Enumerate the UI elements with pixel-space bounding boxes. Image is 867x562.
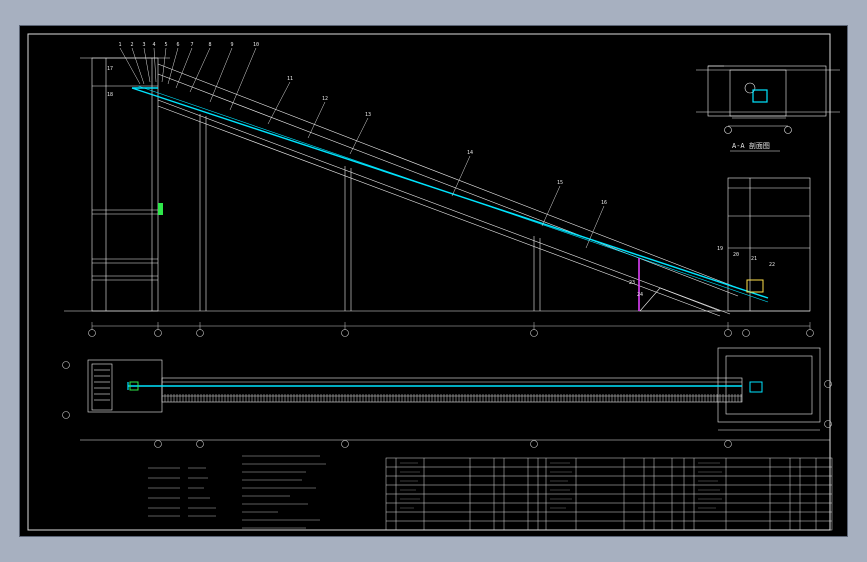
plan-axis-bubbles bbox=[62, 361, 832, 448]
balloon-3: 3 bbox=[142, 42, 145, 48]
balloon-7: 7 bbox=[190, 42, 193, 48]
balloon-4: 4 bbox=[152, 42, 155, 48]
head-tower bbox=[91, 57, 159, 312]
elevation-view bbox=[64, 57, 811, 317]
balloon-23: 23 bbox=[629, 280, 635, 286]
conveyor-belt bbox=[131, 85, 769, 303]
cad-drawing-frame: A-A 剖面图 1 2 3 4 5 6 7 8 9 10 11 12 13 14… bbox=[20, 26, 847, 536]
balloon-16: 16 bbox=[601, 200, 607, 206]
gallery-floor bbox=[157, 99, 731, 315]
tail-pulley-box bbox=[746, 279, 764, 293]
balloon-9: 9 bbox=[230, 42, 233, 48]
balloon-10: 10 bbox=[253, 42, 259, 48]
balloon-24: 24 bbox=[637, 292, 643, 298]
balloon-20: 20 bbox=[733, 252, 739, 258]
parts-table bbox=[385, 457, 833, 531]
balloon-11: 11 bbox=[287, 76, 293, 82]
balloon-6: 6 bbox=[176, 42, 179, 48]
balloon-1: 1 bbox=[118, 42, 121, 48]
parts-table-entries bbox=[400, 462, 722, 509]
elevation-axis-bubbles bbox=[88, 329, 814, 337]
balloon-12: 12 bbox=[322, 96, 328, 102]
elevation-dimension bbox=[91, 322, 811, 330]
balloon-14: 14 bbox=[467, 150, 473, 156]
balloon-18: 18 bbox=[107, 92, 113, 98]
balloon-8: 8 bbox=[208, 42, 211, 48]
plan-tail-house bbox=[717, 347, 821, 423]
gallery-roof bbox=[157, 63, 739, 289]
balloon-22: 22 bbox=[769, 262, 775, 268]
section-belt bbox=[752, 89, 768, 103]
balloon-2: 2 bbox=[130, 42, 133, 48]
part-balloons: 1 2 3 4 5 6 7 8 9 101112131415161718192021222324 bbox=[107, 42, 775, 298]
leader-lines bbox=[119, 47, 605, 249]
plan-idler-hatch bbox=[162, 394, 742, 402]
balloon-21: 21 bbox=[751, 256, 757, 262]
balloon-5: 5 bbox=[164, 42, 167, 48]
technical-notes bbox=[148, 455, 326, 529]
conveyor-drawing: A-A 剖面图 1 2 3 4 5 6 7 8 9 10111213141516… bbox=[27, 33, 840, 531]
drive-unit-marker bbox=[158, 203, 163, 215]
balloon-19: 19 bbox=[717, 246, 723, 252]
tail-house bbox=[727, 177, 811, 312]
section-title: A-A 剖面图 bbox=[732, 141, 770, 150]
section-a-a bbox=[696, 65, 840, 134]
balloon-17: 17 bbox=[107, 66, 113, 72]
plan-tail-pulley bbox=[749, 381, 763, 393]
balloon-13: 13 bbox=[365, 112, 371, 118]
balloon-15: 15 bbox=[557, 180, 563, 186]
